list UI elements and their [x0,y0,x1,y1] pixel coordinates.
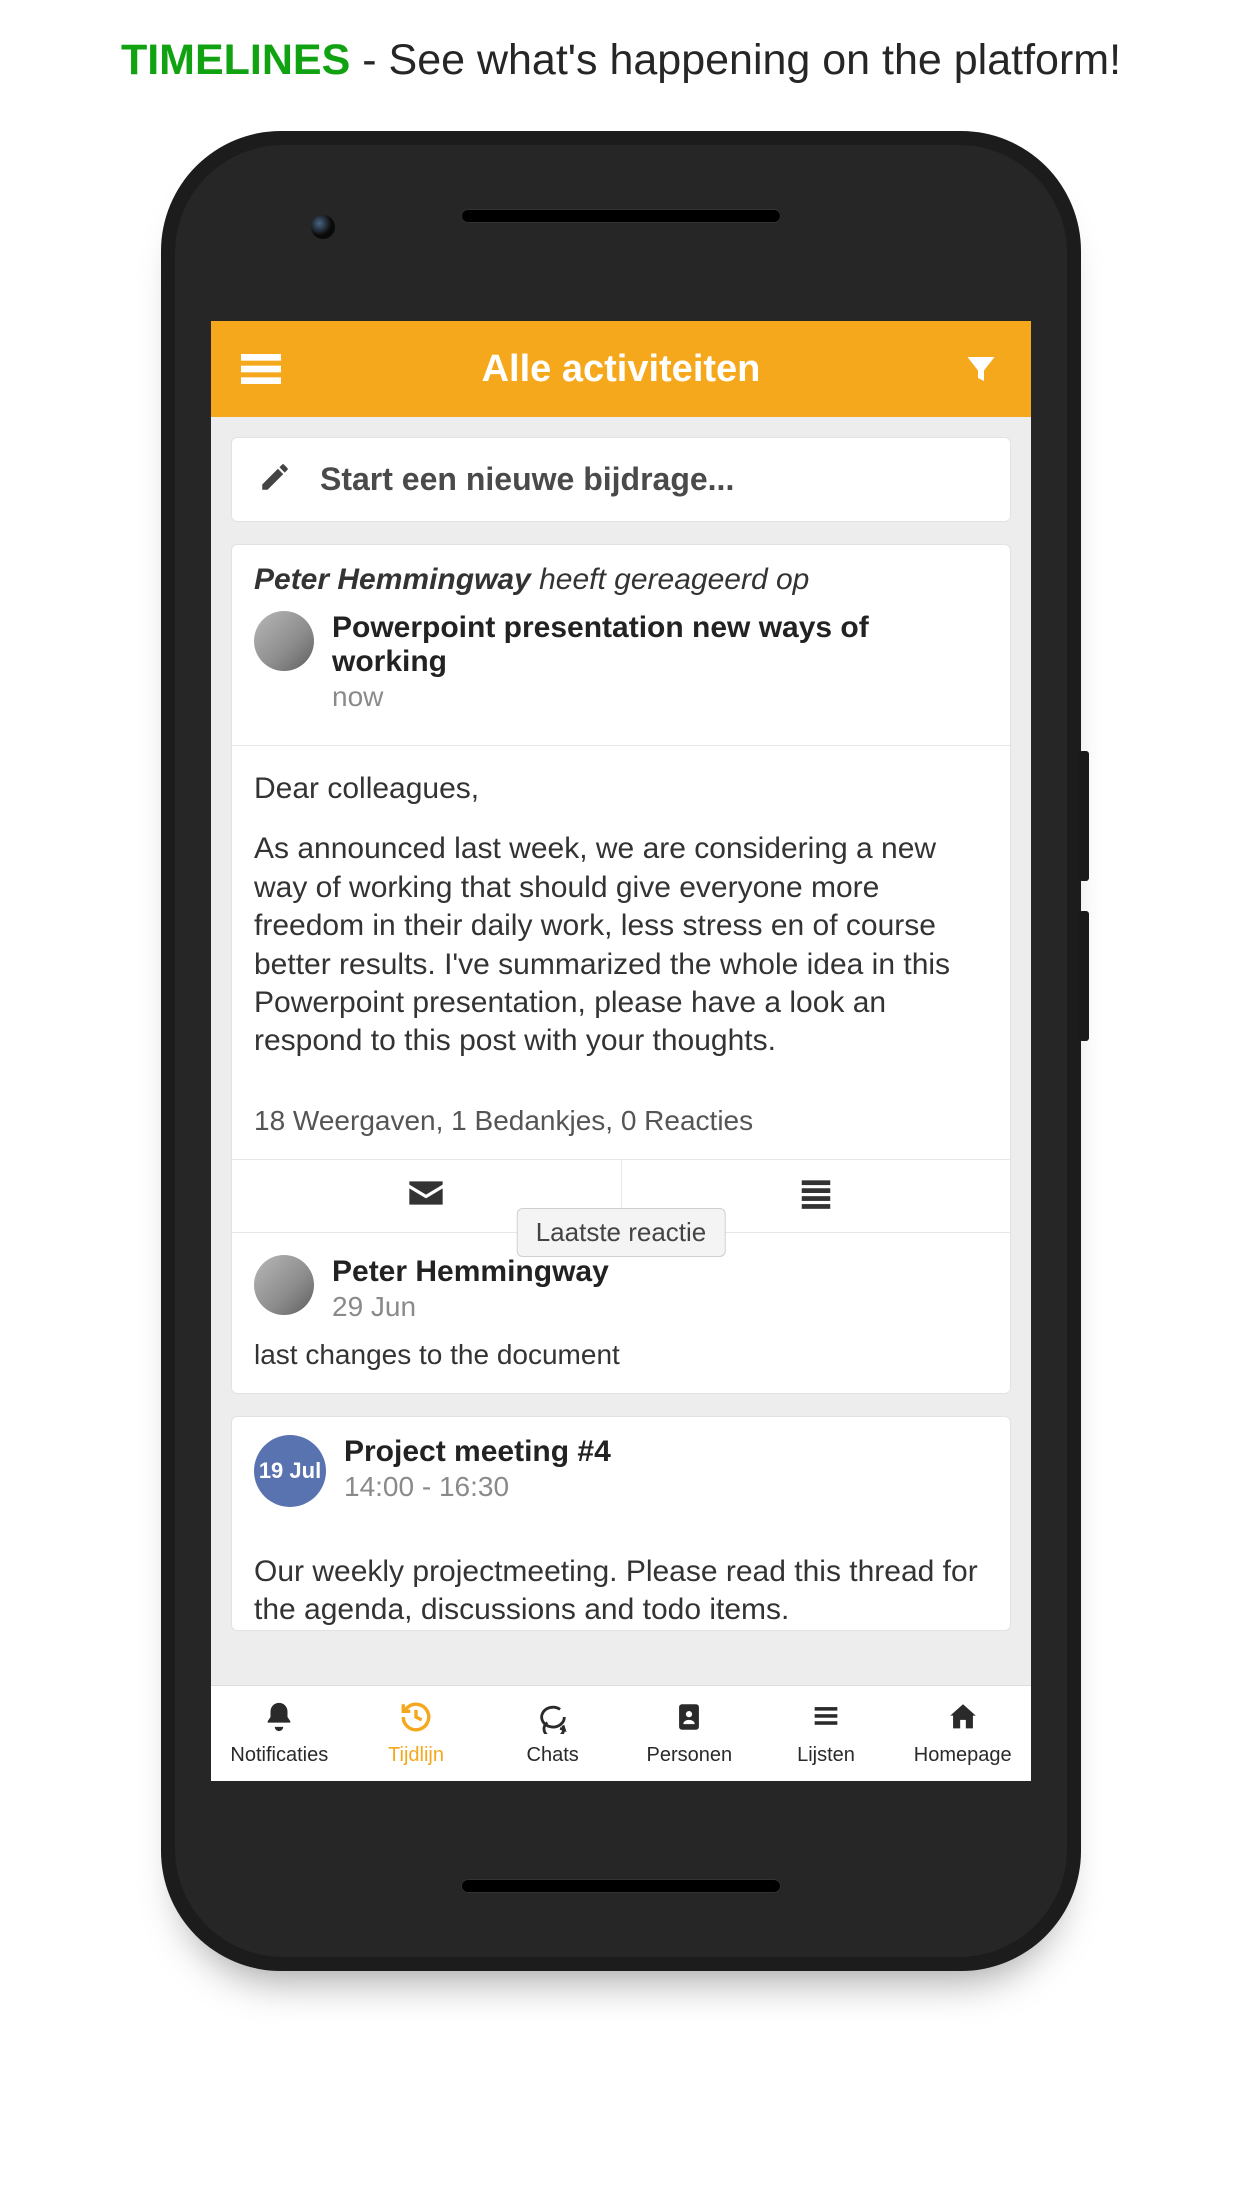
post-title[interactable]: Powerpoint presentation new ways of work… [332,611,988,679]
tab-personen[interactable]: Personen [621,1686,758,1781]
tab-label: Lijsten [797,1744,855,1767]
event-title[interactable]: Project meeting #4 [344,1435,611,1469]
tab-tijdlijn[interactable]: Tijdlijn [348,1686,485,1781]
avatar[interactable] [254,611,314,671]
headline-rest: - See what's happening on the platform! [350,36,1121,84]
phone-camera [311,215,335,239]
latest-reaction-chip[interactable]: Laatste reactie [517,1208,726,1257]
event-body: Our weekly projectmeeting. Please read t… [232,1525,1010,1630]
phone-speaker-bottom [461,1879,781,1893]
tab-label: Homepage [914,1744,1012,1767]
post-time: now [332,681,988,713]
activity-line: Peter Hemmingway heeft gereageerd op [254,563,988,597]
contacts-icon [672,1700,706,1740]
tab-lijsten[interactable]: Lijsten [758,1686,895,1781]
event-card: 19 Jul Project meeting #4 14:00 - 16:30 … [231,1416,1011,1631]
tab-label: Personen [647,1744,733,1767]
phone-side-button [1079,911,1089,1041]
list-icon [809,1700,843,1740]
appbar-title: Alle activiteiten [482,348,761,391]
phone-speaker-top [461,209,781,223]
home-icon [946,1700,980,1740]
envelope-icon [406,1173,446,1218]
activity-actor: Peter Hemmingway [254,563,531,596]
post-greeting: Dear colleagues, [254,770,988,808]
list-icon [797,1174,835,1217]
activity-card: Peter Hemmingway heeft gereageerd op Pow… [231,544,1011,1394]
app-bar: Alle activiteiten [211,321,1031,417]
reply-text: last changes to the document [254,1339,988,1371]
app-screen: Alle activiteiten Start een nieuwe bijdr… [211,321,1031,1781]
phone-frame: Alle activiteiten Start een nieuwe bijdr… [161,131,1081,1971]
tab-label: Chats [527,1744,579,1767]
tab-homepage[interactable]: Homepage [894,1686,1031,1781]
date-badge: 19 Jul [254,1435,326,1507]
reply-date: 29 Jun [332,1291,609,1323]
pencil-icon [258,460,292,499]
page-headline: TIMELINES - See what's happening on the … [121,36,1121,85]
bell-icon [262,1700,296,1740]
chat-icon [536,1700,570,1740]
post-body: Dear colleagues, As announced last week,… [232,746,1010,1061]
compose-box[interactable]: Start een nieuwe bijdrage... [231,437,1011,522]
phone-side-button [1079,751,1089,881]
reply-author[interactable]: Peter Hemmingway [332,1255,609,1289]
post-main-text: As announced last week, we are consideri… [254,830,988,1060]
bottom-tabbar: Notificaties Tijdlijn Chats Personen [211,1685,1031,1781]
tab-label: Notificaties [230,1744,328,1767]
post-stats: 18 Weergaven, 1 Bedankjes, 0 Reacties [232,1083,1010,1159]
filter-icon[interactable] [959,347,1003,391]
tab-chats[interactable]: Chats [484,1686,621,1781]
headline-bold: TIMELINES [121,36,350,84]
event-time: 14:00 - 16:30 [344,1471,611,1503]
history-icon [399,1700,433,1740]
tab-label: Tijdlijn [388,1744,444,1767]
compose-placeholder: Start een nieuwe bijdrage... [320,461,734,498]
avatar[interactable] [254,1255,314,1315]
menu-icon[interactable] [239,347,283,391]
tab-notificaties[interactable]: Notificaties [211,1686,348,1781]
activity-verb: heeft gereageerd op [539,563,809,596]
